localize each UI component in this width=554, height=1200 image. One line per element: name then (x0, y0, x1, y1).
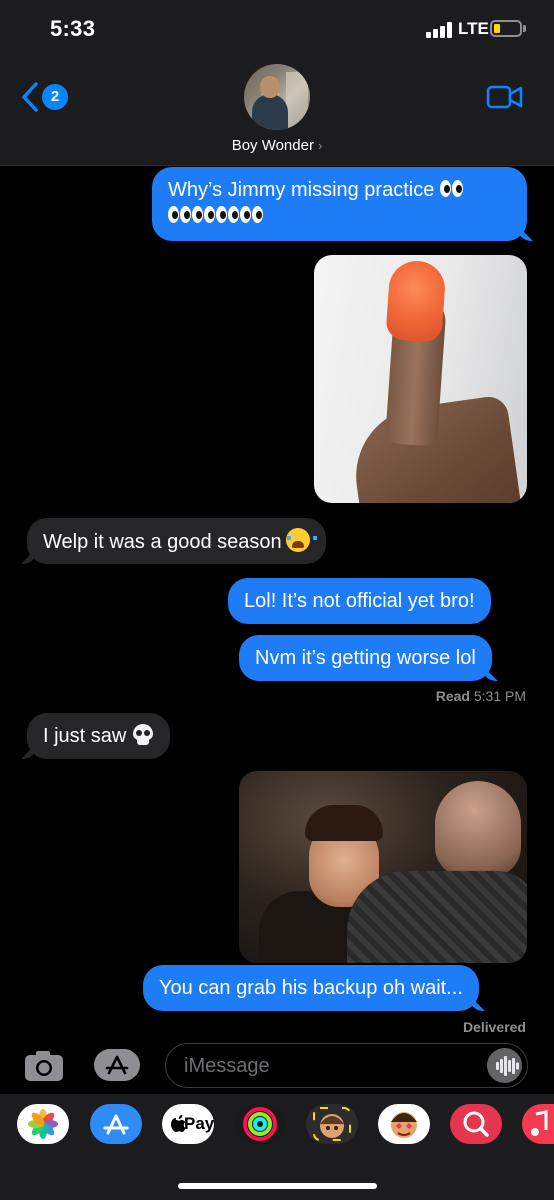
activity-rings-icon (243, 1107, 277, 1141)
status-time: 5:33 (50, 16, 96, 41)
unread-count-badge: 2 (42, 84, 68, 110)
apple-pay-app-button[interactable]: Pay (162, 1104, 214, 1144)
apple-pay-label: Pay (184, 1114, 215, 1133)
chevron-right-icon: › (317, 138, 323, 153)
message-bubble-sent[interactable]: Lol! It’s not official yet bro! (228, 578, 491, 624)
message-bubble-sent[interactable]: Why’s Jimmy missing practice (152, 167, 527, 241)
network-type: LTE (458, 19, 489, 38)
message-bubble-received[interactable]: I just saw (27, 713, 171, 759)
message-text: I just saw (43, 725, 127, 747)
eyes-emoji (439, 179, 464, 199)
activity-app-button[interactable] (234, 1104, 286, 1144)
app-store-button[interactable] (93, 1048, 143, 1082)
app-store-app-button[interactable] (90, 1104, 142, 1144)
home-indicator[interactable] (178, 1183, 377, 1189)
message-input-placeholder: iMessage (184, 1055, 270, 1077)
cellular-signal-icon (426, 22, 454, 38)
delivered-receipt-label: Delivered (462, 1019, 526, 1035)
eyes-emoji (192, 205, 216, 225)
memoji-app-button[interactable] (306, 1104, 358, 1144)
video-call-button[interactable] (486, 84, 524, 110)
message-text: You can grab his backup oh wait... (159, 977, 463, 999)
crying-face-emoji (285, 528, 317, 552)
eyes-emoji (216, 205, 240, 225)
delivered-receipt: Delivered (463, 1019, 526, 1035)
read-receipt-label: Read (435, 688, 470, 704)
camera-button[interactable] (24, 1049, 64, 1083)
back-button[interactable]: 2 (20, 80, 72, 114)
audio-message-button[interactable] (487, 1048, 522, 1083)
music-note-icon (531, 1110, 548, 1136)
app-store-icon (103, 1114, 129, 1135)
eyes-emoji (168, 205, 192, 225)
chevron-left-icon (22, 82, 38, 112)
memoji-stickers-icon (391, 1112, 417, 1138)
message-bubble-sent[interactable]: You can grab his backup oh wait... (143, 965, 479, 1011)
read-receipt: Read 5:31 PM (436, 688, 526, 704)
message-bubble-sent[interactable]: Nvm it’s getting worse lol (239, 635, 492, 681)
message-text: Lol! It’s not official yet bro! (244, 590, 475, 612)
message-bubble-received[interactable]: Welp it was a good season (27, 518, 326, 564)
message-text: Why’s Jimmy missing practice (168, 179, 435, 201)
battery-icon (490, 20, 522, 37)
image-attachment-laughing-man[interactable] (239, 771, 527, 963)
contact-avatar[interactable] (244, 64, 310, 130)
message-input[interactable]: iMessage (165, 1043, 528, 1088)
music-app-button[interactable] (522, 1104, 554, 1144)
contact-name-button[interactable]: Boy Wonder › (0, 137, 554, 154)
video-camera-icon (486, 85, 523, 109)
image-attachment-thumb[interactable] (314, 255, 527, 503)
photos-icon (28, 1109, 58, 1139)
message-text: Nvm it’s getting worse lol (255, 647, 476, 669)
read-receipt-time: 5:31 PM (473, 688, 526, 704)
camera-icon (25, 1051, 63, 1081)
contact-name: Boy Wonder (231, 137, 314, 154)
app-store-icon (94, 1049, 143, 1081)
search-app-button[interactable] (450, 1104, 502, 1144)
animoji-app-button[interactable] (378, 1104, 430, 1144)
conversation-header: 5:33 LTE 2 Boy Wonder › (0, 0, 554, 166)
battery-tip (523, 25, 526, 32)
photos-app-button[interactable] (17, 1104, 69, 1144)
eyes-emoji (240, 205, 264, 225)
memoji-icon (313, 1107, 351, 1141)
skull-emoji (132, 724, 154, 746)
message-text: Welp it was a good season (43, 531, 282, 553)
search-icon (463, 1111, 489, 1137)
